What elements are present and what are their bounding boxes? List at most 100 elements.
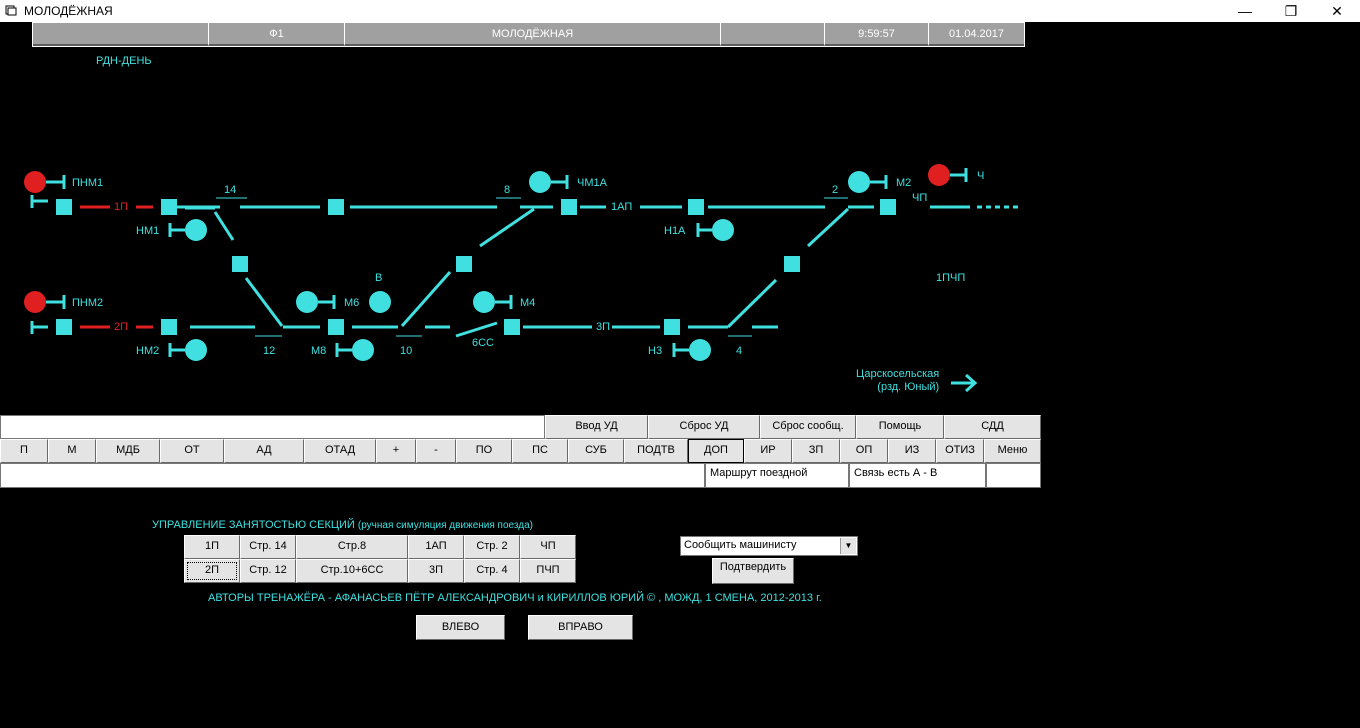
status-extra [986, 463, 1041, 488]
signal-ch[interactable] [928, 164, 968, 186]
cmd-otiz-button[interactable]: ОТИЗ [936, 439, 984, 463]
maximize-button[interactable]: ❐ [1268, 0, 1314, 22]
next-station-label: Царскосельская (рзд. Юный) [856, 368, 939, 394]
signal-m6[interactable] [296, 291, 336, 313]
next-station-name: Царскосельская [856, 368, 940, 380]
signal-v[interactable] [369, 291, 391, 313]
label-nm1: НМ1 [136, 225, 159, 237]
occ-str14-button[interactable]: Стр. 14 [240, 535, 296, 559]
signal-pnm2[interactable] [24, 291, 66, 313]
occ-str8-button[interactable]: Стр.8 [296, 535, 408, 559]
signal-m8[interactable] [335, 339, 374, 361]
occupancy-title: УПРАВЛЕНИЕ ЗАНЯТОСТЬЮ СЕКЦИЙ (ручная сим… [152, 519, 533, 531]
cmd-podtv-button[interactable]: ПОДТВ [624, 439, 688, 463]
label-track-3p: 3П [596, 321, 610, 333]
signal-m4[interactable] [473, 291, 513, 313]
label-switch-6cc: 6СС [472, 337, 494, 349]
header-clock: 9:59:57 [825, 23, 929, 46]
help-button[interactable]: Помощь [856, 415, 944, 439]
occupancy-title-text: УПРАВЛЕНИЕ ЗАНЯТОСТЬЮ СЕКЦИЙ [152, 519, 355, 531]
title-bar: МОЛОДЁЖНАЯ — ❐ ✕ [0, 0, 1360, 22]
occ-1ap-button[interactable]: 1АП [408, 535, 464, 559]
cmd-op-button[interactable]: ОП [840, 439, 888, 463]
label-chm1a: ЧМ1А [577, 177, 608, 189]
label-v: В [375, 272, 382, 284]
label-m2: М2 [896, 177, 911, 189]
cmd-ad-button[interactable]: АД [224, 439, 304, 463]
signal-n3[interactable] [672, 339, 711, 361]
label-switch-12: 12 [263, 345, 275, 357]
label-switch-10: 10 [400, 345, 412, 357]
label-ch: Ч [977, 170, 984, 182]
cmd-iz-button[interactable]: ИЗ [888, 439, 936, 463]
driver-message-value: Сообщить машинисту [684, 539, 797, 551]
cmd-plus-button[interactable]: + [376, 439, 416, 463]
menu-button[interactable]: Меню [984, 439, 1041, 463]
cmd-zp-button[interactable]: ЗП [792, 439, 840, 463]
isolation-joints [56, 199, 896, 335]
cmd-p-button[interactable]: П [0, 439, 48, 463]
confirm-button[interactable]: Подтвердить [712, 558, 794, 584]
track-lines [30, 195, 1020, 338]
occ-str12-button[interactable]: Стр. 12 [240, 559, 296, 583]
right-button[interactable]: ВПРАВО [528, 615, 633, 640]
left-button[interactable]: ВЛЕВО [416, 615, 505, 640]
reset-messages-button[interactable]: Сброс сообщ. [760, 415, 856, 439]
occ-chp-button[interactable]: ЧП [520, 535, 576, 559]
signal-pnm1[interactable] [24, 171, 66, 193]
header-station-name: МОЛОДЁЖНАЯ [345, 23, 721, 46]
label-switch-2: 2 [832, 184, 838, 196]
label-m4: М4 [520, 297, 535, 309]
cmd-po-button[interactable]: ПО [456, 439, 512, 463]
switch-marks [216, 197, 848, 337]
signal-n1a[interactable] [696, 219, 734, 241]
cmd-mdb-button[interactable]: МДБ [96, 439, 160, 463]
header-cell-f1: Ф1 [209, 23, 345, 46]
enter-ud-button[interactable]: Ввод УД [545, 415, 648, 439]
next-station-sub: (рзд. Юный) [877, 381, 940, 393]
route-status: Маршрут поездной [705, 463, 849, 488]
close-button[interactable]: ✕ [1314, 0, 1360, 22]
occupancy-subtitle: (ручная симуляция движения поезда) [357, 520, 533, 531]
cmd-sub-button[interactable]: СУБ [568, 439, 624, 463]
signal-nm1[interactable] [168, 219, 207, 241]
header-cell-empty [33, 23, 209, 46]
header-bar: Ф1 МОЛОДЁЖНАЯ 9:59:57 01.04.2017 [32, 22, 1025, 47]
signal-nm2[interactable] [168, 339, 207, 361]
occ-str4-button[interactable]: Стр. 4 [464, 559, 520, 583]
header-date: 01.04.2017 [929, 23, 1024, 46]
sdd-button[interactable]: СДД [944, 415, 1041, 439]
chevron-down-icon[interactable]: ▼ [840, 538, 856, 554]
label-pnm2: ПНМ2 [72, 297, 103, 309]
label-switch-14: 14 [224, 184, 236, 196]
minimize-button[interactable]: — [1222, 0, 1268, 22]
cmd-ot-button[interactable]: ОТ [160, 439, 224, 463]
occ-str2-button[interactable]: Стр. 2 [464, 535, 520, 559]
label-track-1ap: 1АП [611, 201, 632, 213]
cmd-ir-button[interactable]: ИР [744, 439, 792, 463]
occ-str10-6cc-button[interactable]: Стр.10+6СС [296, 559, 408, 583]
label-n1a: Н1А [664, 225, 686, 237]
message-line [0, 463, 705, 488]
cmd-otad-button[interactable]: ОТАД [304, 439, 376, 463]
occ-3p-button[interactable]: 3П [408, 559, 464, 583]
signal-chm1a[interactable] [529, 171, 569, 193]
driver-message-select[interactable]: Сообщить машинисту ▼ [680, 536, 858, 556]
label-track-1pchp: 1ПЧП [936, 272, 965, 284]
cmd-minus-button[interactable]: - [416, 439, 456, 463]
header-cell-blank [721, 23, 825, 46]
cmd-dop-button[interactable]: ДОП [688, 439, 744, 463]
cmd-m-button[interactable]: М [48, 439, 96, 463]
signal-m2[interactable] [848, 171, 888, 193]
label-n3: Н3 [648, 345, 662, 357]
window-title: МОЛОДЁЖНАЯ [24, 4, 113, 18]
label-nm2: НМ2 [136, 345, 159, 357]
command-input[interactable] [0, 415, 545, 439]
occ-2p-button[interactable]: 2П [184, 559, 240, 583]
direction-arrow-icon [951, 373, 978, 393]
occ-1p-button[interactable]: 1П [184, 535, 240, 559]
occ-pchp-button[interactable]: ПЧП [520, 559, 576, 583]
label-track-2p: 2П [114, 321, 128, 333]
reset-ud-button[interactable]: Сброс УД [648, 415, 760, 439]
cmd-ps-button[interactable]: ПС [512, 439, 568, 463]
